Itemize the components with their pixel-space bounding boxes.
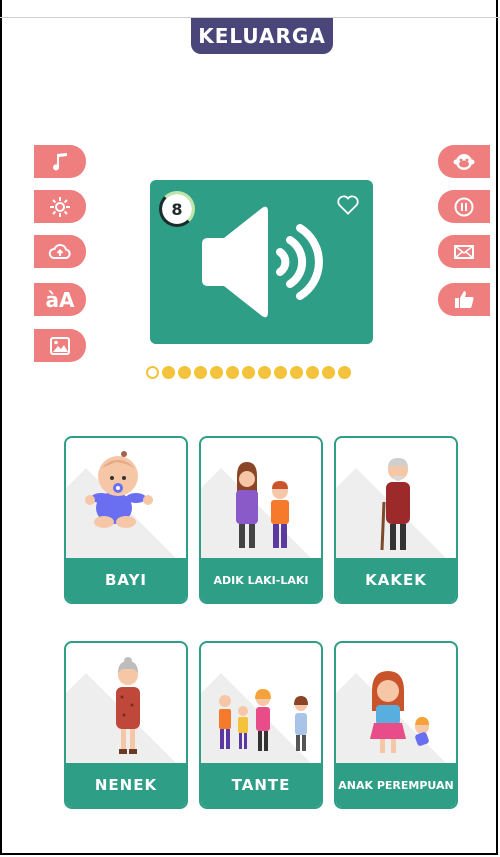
grandfather-icon: [380, 458, 410, 551]
progress-dot: [194, 366, 207, 379]
progress-dot: [338, 366, 351, 379]
girl-icon: [370, 671, 429, 753]
cloud-upload-icon: [48, 243, 71, 259]
pause-button[interactable]: [438, 190, 490, 223]
card-bayi[interactable]: BAYI: [64, 436, 188, 604]
progress-dot: [178, 366, 191, 379]
music-note-icon: [53, 152, 67, 170]
progress-dot: [306, 366, 319, 379]
siblings-icon: [236, 462, 289, 548]
card-image: [201, 643, 321, 765]
card-nenek[interactable]: NENEK: [64, 641, 188, 809]
progress-dot: [162, 366, 175, 379]
mail-button[interactable]: [438, 235, 490, 268]
progress-dot: [322, 366, 335, 379]
card-image: [66, 643, 186, 765]
cloud-upload-button[interactable]: [34, 235, 86, 268]
font-size-icon: àA: [45, 287, 75, 312]
monkey-face-icon: [453, 153, 475, 170]
like-button[interactable]: [438, 283, 490, 316]
progress-dot: [290, 366, 303, 379]
thumbs-up-icon: [455, 290, 474, 308]
sound-card[interactable]: 8: [150, 180, 373, 344]
family-group-icon: [219, 689, 308, 751]
card-label: KAKEK: [336, 558, 456, 602]
card-kakek[interactable]: KAKEK: [334, 436, 458, 604]
card-image: [201, 438, 321, 560]
card-image: [66, 438, 186, 560]
card-label: ADIK LAKI-LAKI: [201, 558, 321, 602]
progress-dot: [274, 366, 287, 379]
card-label: NENEK: [66, 763, 186, 807]
heart-icon[interactable]: [335, 192, 361, 218]
progress-dot: [146, 366, 159, 379]
character-button[interactable]: [438, 145, 490, 178]
grandmother-icon: [116, 657, 140, 754]
progress-dot: [226, 366, 239, 379]
font-size-button[interactable]: àA: [34, 283, 86, 316]
progress-dot: [258, 366, 271, 379]
progress-dots: [146, 366, 351, 379]
image-button[interactable]: [34, 329, 86, 362]
card-adik-laki-laki[interactable]: ADIK LAKI-LAKI: [199, 436, 323, 604]
card-image: [336, 643, 456, 765]
card-label: BAYI: [66, 558, 186, 602]
progress-dot: [210, 366, 223, 379]
brightness-icon: [50, 196, 70, 217]
page-title: KELUARGA: [191, 18, 333, 54]
card-label: ANAK PEREMPUAN: [336, 763, 456, 807]
pause-icon: [454, 197, 474, 216]
card-tante[interactable]: TANTE: [199, 641, 323, 809]
image-icon: [50, 336, 70, 355]
music-button[interactable]: [34, 145, 86, 178]
card-label: TANTE: [201, 763, 321, 807]
card-image: [336, 438, 456, 560]
timer-badge: 8: [159, 191, 195, 227]
brightness-button[interactable]: [34, 190, 86, 223]
mail-icon: [454, 244, 474, 259]
progress-dot: [242, 366, 255, 379]
speaker-icon: [202, 206, 323, 318]
card-anak-perempuan[interactable]: ANAK PEREMPUAN: [334, 641, 458, 809]
baby-icon: [85, 451, 153, 528]
